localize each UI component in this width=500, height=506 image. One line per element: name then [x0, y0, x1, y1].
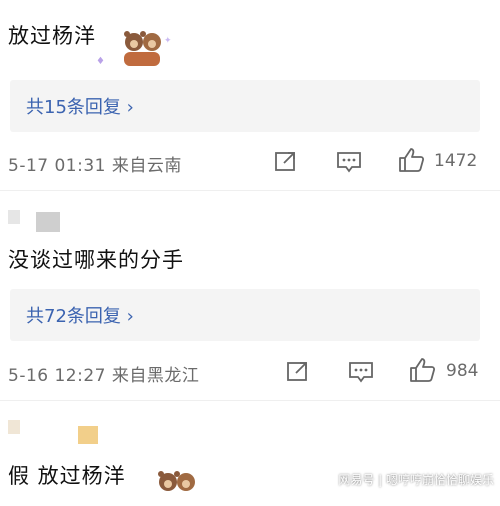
avatar: [8, 420, 20, 434]
bear-sticker-icon: [152, 468, 198, 506]
like-count: 984: [446, 361, 479, 381]
comment-icon[interactable]: [336, 151, 362, 177]
username-blur: [36, 212, 60, 232]
like-icon[interactable]: [408, 356, 436, 388]
comment-2-text: 没谈过哪来的分手: [8, 248, 184, 272]
avatar: [8, 210, 20, 224]
reply-count-link[interactable]: 共72条回复 ›: [26, 302, 134, 328]
comment-2-meta: 5-16 12:27 来自黑龙江: [8, 366, 200, 386]
watermark: 网易号 | 嗯哼哼崩恰恰聊娱乐: [338, 473, 494, 487]
comment-1-text: 放过杨洋: [8, 24, 96, 48]
sparkle-icon: ✦: [164, 36, 172, 46]
reply-summary-1[interactable]: 共15条回复 ›: [10, 80, 480, 132]
sparkle-icon: ♦: [96, 56, 105, 67]
like-icon[interactable]: [397, 146, 425, 178]
divider: [0, 400, 500, 401]
like-count: 1472: [434, 151, 478, 171]
comment-1-meta: 5-17 01:31 来自云南: [8, 156, 182, 176]
divider: [0, 190, 500, 191]
reply-count-link[interactable]: 共15条回复 ›: [26, 93, 134, 119]
bear-sticker-icon: [118, 28, 164, 66]
share-icon[interactable]: [274, 150, 298, 176]
share-icon[interactable]: [286, 360, 310, 386]
comment-3-text: 假 放过杨洋: [8, 464, 126, 488]
comment-icon[interactable]: [348, 361, 374, 387]
username-blur: [78, 426, 98, 444]
reply-summary-2[interactable]: 共72条回复 ›: [10, 289, 480, 341]
